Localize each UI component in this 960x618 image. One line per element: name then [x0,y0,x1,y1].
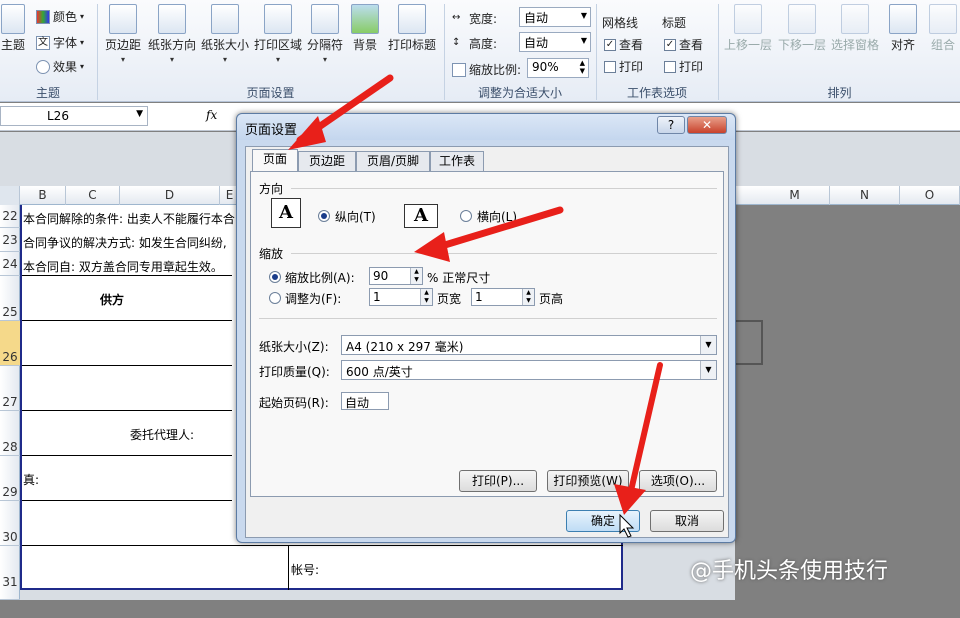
red-arrow [614,362,663,515]
red-arrow [414,206,564,262]
mouse-cursor-icon [619,513,635,538]
red-arrow [288,74,394,150]
watermark: @手机头条使用技行 [690,559,889,584]
annotation-arrows [288,74,663,538]
